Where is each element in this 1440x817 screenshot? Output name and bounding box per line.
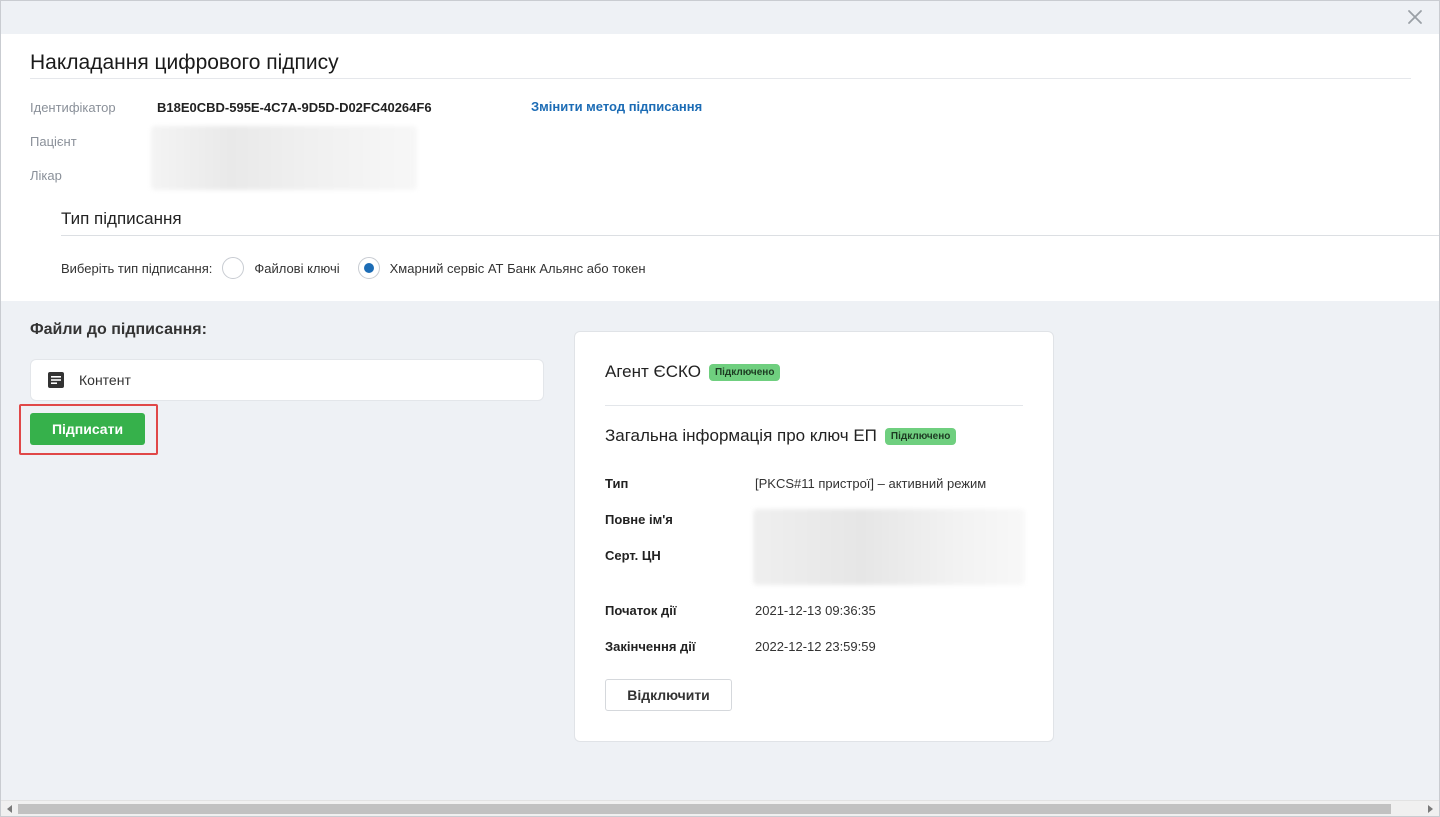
key-header: Загальна інформація про ключ ЕП Підключе…: [605, 426, 957, 446]
signature-dialog: Накладання цифрового підпису Ідентифікат…: [0, 0, 1440, 817]
close-icon: [1408, 10, 1422, 24]
radio-cloud-token[interactable]: Хмарний сервіс АТ Банк Альянс або токен: [357, 257, 646, 279]
redacted-patient-doctor: [151, 126, 417, 190]
dialog-topbar: [1, 1, 1439, 34]
full-name-label: Повне ім'я: [605, 512, 673, 527]
cert-label: Серт. ЦН: [605, 548, 661, 563]
doctor-label: Лікар: [30, 168, 62, 183]
radio-file-keys-circle[interactable]: [222, 257, 245, 279]
agent-title: Агент ЄСКО: [605, 362, 701, 381]
close-button[interactable]: [1403, 5, 1427, 29]
title-divider: [30, 78, 1411, 79]
page-title: Накладання цифрового підпису: [30, 51, 339, 74]
horizontal-scrollbar[interactable]: [1, 800, 1439, 816]
card-divider: [605, 405, 1023, 406]
radio-cloud-token-label: Хмарний сервіс АТ Банк Альянс або токен: [389, 260, 646, 276]
scroll-left-button[interactable]: [3, 803, 17, 815]
file-item-label: Контент: [79, 372, 131, 388]
file-item-content[interactable]: Контент: [30, 359, 544, 401]
agent-header: Агент ЄСКО Підключено: [605, 362, 781, 382]
patient-label: Пацієнт: [30, 134, 77, 149]
dialog-header-panel: Накладання цифрового підпису Ідентифікат…: [1, 34, 1439, 301]
end-value: 2022-12-12 23:59:59: [755, 639, 876, 654]
radio-selected-dot: [363, 263, 374, 273]
redacted-key-owner: [753, 509, 1025, 585]
signing-type-title: Тип підписання: [61, 209, 182, 228]
signing-type-prompt: Виберіть тип підписання:: [61, 260, 213, 276]
radio-cloud-token-circle[interactable]: [357, 257, 380, 279]
type-value: [PKCS#11 пристрої] – активний режим: [755, 476, 987, 491]
type-label: Тип: [605, 476, 629, 491]
change-method-link[interactable]: Змінити метод підписання: [531, 99, 702, 114]
chevron-right-icon: [1428, 805, 1433, 813]
files-title: Файли до підписання:: [30, 321, 207, 338]
agent-info-card: Агент ЄСКО Підключено Загальна інформаці…: [574, 331, 1054, 742]
scroll-right-button[interactable]: [1423, 803, 1437, 815]
signing-type-options: Виберіть тип підписання: Файлові ключі Х…: [61, 257, 646, 279]
document-icon: [48, 372, 64, 388]
identifier-value: B18E0CBD-595E-4C7A-9D5D-D02FC40264F6: [157, 100, 432, 115]
key-title: Загальна інформація про ключ ЕП: [605, 426, 877, 445]
radio-file-keys-label: Файлові ключі: [254, 260, 340, 276]
radio-file-keys[interactable]: Файлові ключі: [222, 257, 340, 279]
sign-button[interactable]: Підписати: [30, 413, 145, 445]
signing-type-divider: [61, 235, 1439, 236]
identifier-label: Ідентифікатор: [30, 100, 116, 115]
disconnect-button[interactable]: Відключити: [605, 679, 732, 711]
start-value: 2021-12-13 09:36:35: [755, 603, 876, 618]
scroll-thumb[interactable]: [18, 804, 1391, 814]
key-status-badge: Підключено: [884, 427, 957, 445]
end-label: Закінчення дії: [605, 639, 696, 654]
agent-status-badge: Підключено: [708, 363, 781, 381]
chevron-left-icon: [7, 805, 12, 813]
start-label: Початок дії: [605, 603, 677, 618]
